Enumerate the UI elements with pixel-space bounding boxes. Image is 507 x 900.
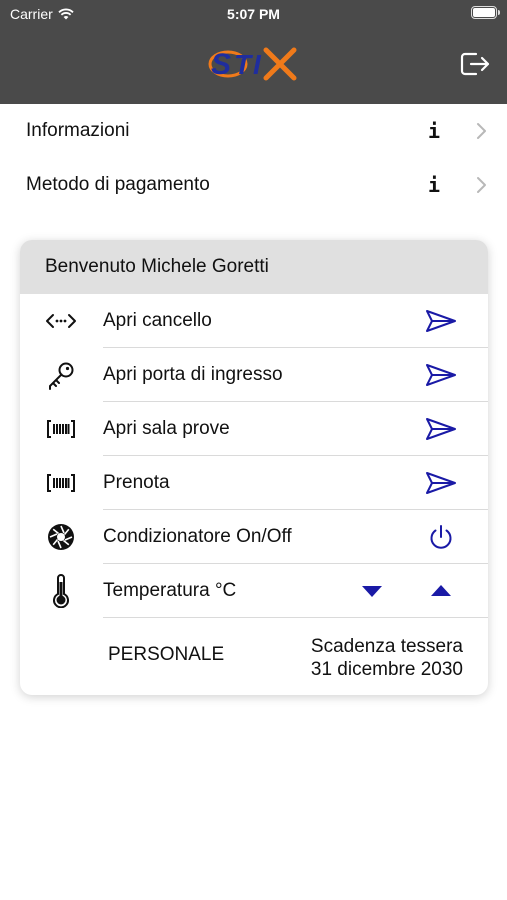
menu-item-informazioni[interactable]: Informazioni i xyxy=(0,104,507,158)
row-divider xyxy=(103,617,488,618)
stix-logo: S T I xyxy=(208,47,297,81)
fan-icon xyxy=(44,522,78,552)
temperature-up-button[interactable] xyxy=(429,583,453,599)
chevron-right-icon xyxy=(477,123,486,139)
action-row-apri-cancello[interactable]: Apri cancello xyxy=(20,294,488,348)
thermometer-icon xyxy=(44,574,78,608)
expiry-date: 31 dicembre 2030 xyxy=(310,659,463,680)
action-label: Temperatura °C xyxy=(103,580,237,601)
menu-item-label: Metodo di pagamento xyxy=(26,174,210,195)
send-icon[interactable] xyxy=(424,469,458,497)
menu-item-label: Informazioni xyxy=(26,120,130,141)
action-row-condizionatore[interactable]: Condizionatore On/Off xyxy=(20,510,488,564)
welcome-text: Benvenuto Michele Goretti xyxy=(45,256,269,277)
temperature-down-button[interactable] xyxy=(360,583,384,599)
action-label: Apri cancello xyxy=(103,310,212,331)
send-icon[interactable] xyxy=(424,307,458,335)
barcode-icon xyxy=(44,414,78,444)
svg-text:T: T xyxy=(234,49,254,80)
app-header: Carrier 5:07 PM S T I xyxy=(0,0,507,104)
power-icon[interactable] xyxy=(424,523,458,551)
action-label: Condizionatore On/Off xyxy=(103,526,292,547)
membership-card: Benvenuto Michele Goretti Apri cancello … xyxy=(20,240,488,695)
action-row-temperatura: Temperatura °C xyxy=(20,564,488,618)
logout-icon[interactable] xyxy=(459,50,491,78)
action-label: Apri porta di ingresso xyxy=(103,364,283,385)
info-icon: i xyxy=(428,119,441,143)
barcode-icon xyxy=(44,468,78,498)
action-row-apri-porta[interactable]: Apri porta di ingresso xyxy=(20,348,488,402)
expiry-label: Scadenza tessera xyxy=(310,636,463,657)
welcome-header: Benvenuto Michele Goretti xyxy=(20,240,488,294)
action-row-prenota[interactable]: Prenota xyxy=(20,456,488,510)
menu-item-metodo-pagamento[interactable]: Metodo di pagamento i xyxy=(0,158,507,212)
send-icon[interactable] xyxy=(424,361,458,389)
send-icon[interactable] xyxy=(424,415,458,443)
info-icon: i xyxy=(428,173,441,197)
battery-icon xyxy=(471,6,500,19)
action-label: Apri sala prove xyxy=(103,418,230,439)
svg-text:I: I xyxy=(253,49,262,80)
svg-text:S: S xyxy=(211,48,231,81)
membership-type: PERSONALE xyxy=(108,644,225,665)
status-time: 5:07 PM xyxy=(227,6,280,22)
action-row-apri-sala-prove[interactable]: Apri sala prove xyxy=(20,402,488,456)
gate-arrows-icon xyxy=(44,306,78,336)
chevron-right-icon xyxy=(477,177,486,193)
key-icon xyxy=(44,360,78,390)
status-bar: Carrier 5:07 PM xyxy=(0,0,507,28)
membership-expiry: Scadenza tessera 31 dicembre 2030 xyxy=(311,635,463,681)
action-label: Prenota xyxy=(103,472,170,493)
